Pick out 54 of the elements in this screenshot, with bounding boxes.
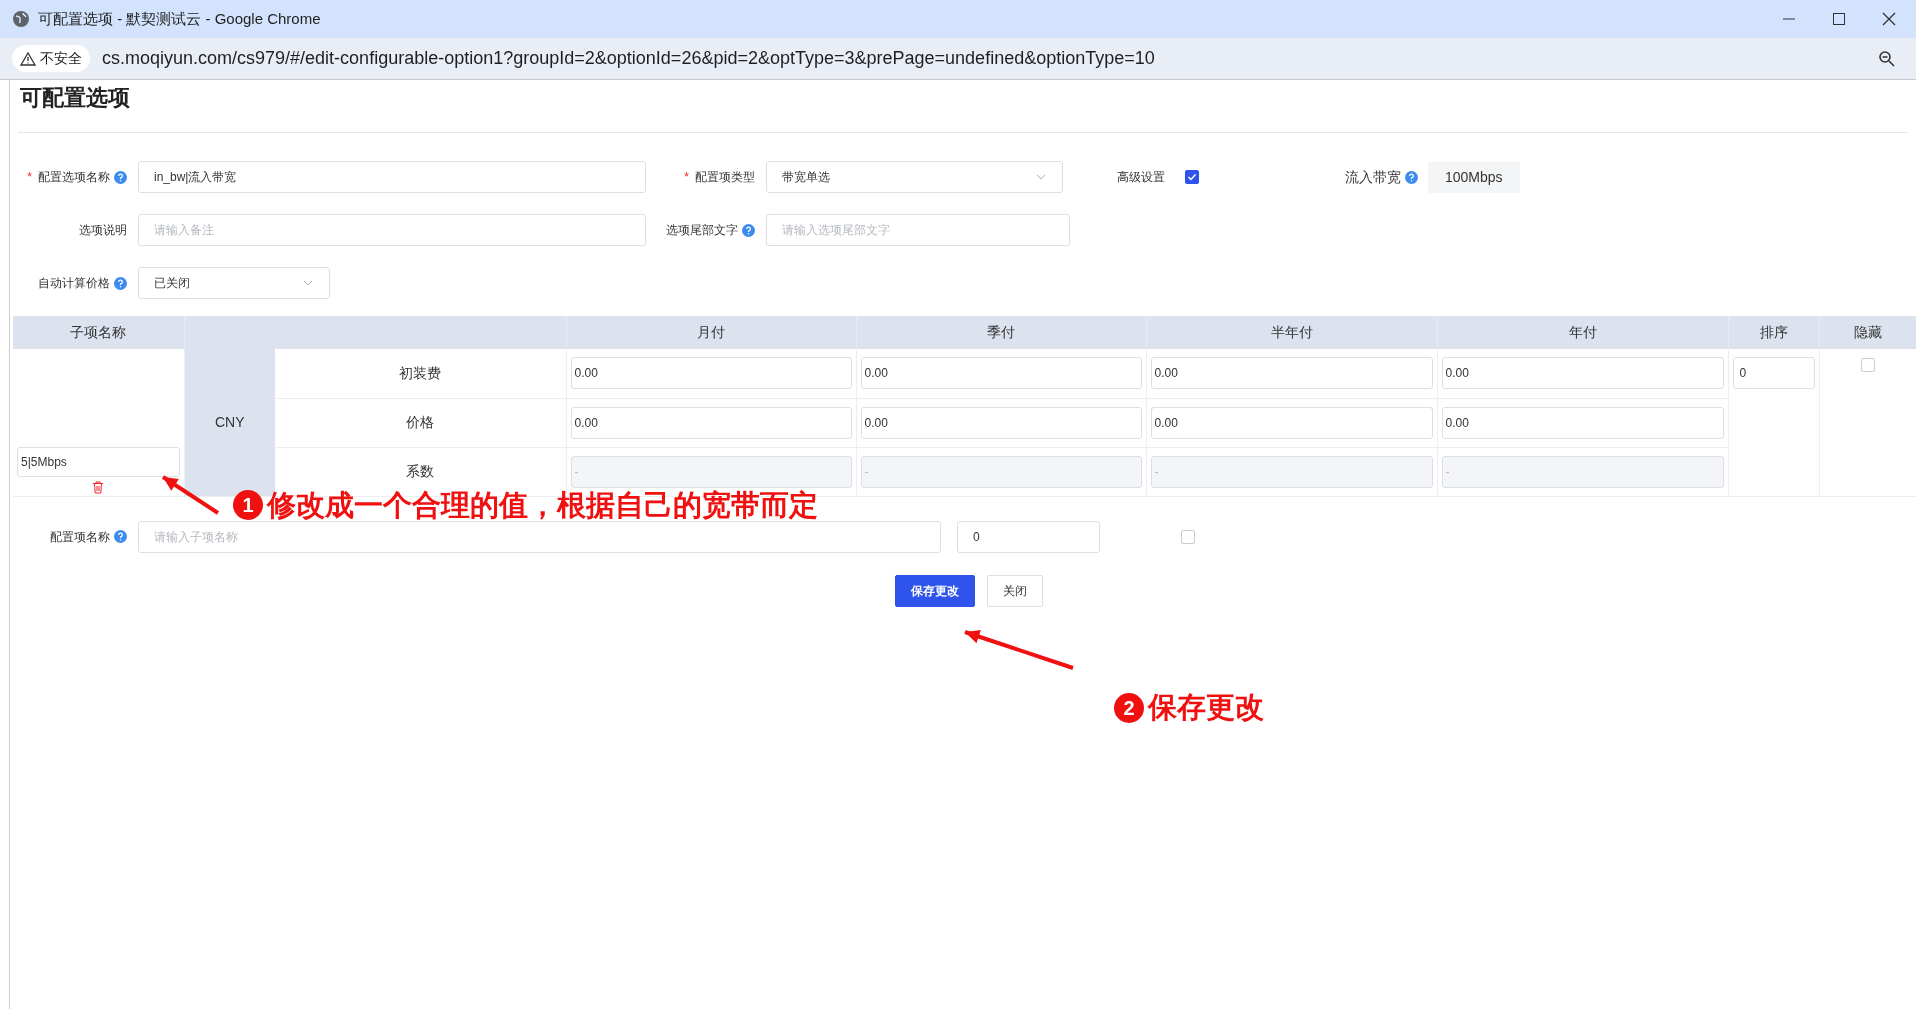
row-label: 价格 xyxy=(275,398,566,447)
checkmark-icon xyxy=(1187,172,1197,182)
step-number-badge: 1 xyxy=(233,490,263,520)
checkbox[interactable] xyxy=(1181,529,1195,544)
column-header: 子项名称 xyxy=(13,316,184,349)
column-header: 季付 xyxy=(856,316,1146,349)
input-field[interactable]: 0.00 xyxy=(1150,357,1433,390)
close-button[interactable]: 关闭 xyxy=(987,574,1043,607)
page-title: 可配置选项 xyxy=(20,84,130,112)
input-field[interactable]: 0.00 xyxy=(860,357,1142,390)
warning-icon xyxy=(20,51,36,66)
column-header: 排序 xyxy=(1728,316,1819,349)
annotation-arrow xyxy=(161,475,220,515)
input-field[interactable]: 0.00 xyxy=(570,357,852,390)
zoom-icon xyxy=(1878,49,1896,68)
field-label: 高级设置 xyxy=(1117,169,1165,186)
checkbox[interactable] xyxy=(1185,170,1199,184)
column-header: 年付 xyxy=(1437,316,1728,349)
field-label: 选项尾部文字 xyxy=(666,222,738,239)
input-field[interactable]: 0.00 xyxy=(1441,357,1724,390)
field-label: 自动计算价格 xyxy=(38,275,110,292)
security-indicator[interactable]: 不安全 xyxy=(12,45,90,72)
required-mark: * xyxy=(27,169,32,186)
bandwidth-value: 100Mbps xyxy=(1428,161,1520,193)
input-field[interactable]: 0 xyxy=(957,520,1100,553)
input-field[interactable]: in_bw|流入带宽 xyxy=(138,161,646,193)
input-field[interactable]: 0 xyxy=(1732,357,1815,389)
save-button[interactable]: 保存更改 xyxy=(895,574,975,607)
annotation-text: 保存更改 xyxy=(1148,690,1264,725)
address-bar-url[interactable]: cs.moqiyun.com/cs979/#/edit-configurable-option1?groupId=2&optionId=26&pid=2&optType=3&prePage=undefined&optionType=10 xyxy=(102,45,1155,72)
trash-icon xyxy=(92,480,105,494)
maximize-icon xyxy=(1832,12,1846,26)
field-label: 配置选项名称 xyxy=(38,169,110,186)
field-label: 配置项类型 xyxy=(695,169,755,186)
input-field[interactable]: 0.00 xyxy=(860,406,1142,439)
input-field[interactable]: 0.00 xyxy=(1441,406,1724,439)
select-field[interactable]: 已关闭 xyxy=(138,267,330,299)
input-field[interactable]: 0.00 xyxy=(1150,406,1433,439)
step-number-badge: 2 xyxy=(1114,692,1144,723)
column-header: 隐藏 xyxy=(1819,316,1916,349)
field-label: 配置项名称 xyxy=(50,528,110,546)
column-header: 半年付 xyxy=(1146,316,1437,349)
select-field[interactable]: 带宽单选 xyxy=(766,161,1063,193)
row-label: 初装费 xyxy=(275,349,566,398)
checkbox[interactable] xyxy=(1861,358,1875,372)
required-mark: * xyxy=(684,169,689,186)
input-field[interactable]: 5|5Mbps xyxy=(17,446,180,477)
close-icon xyxy=(1882,12,1896,26)
globe-icon xyxy=(12,10,30,28)
field-label: 流入带宽 xyxy=(1345,167,1401,187)
input-field[interactable]: 0.00 xyxy=(570,406,852,439)
window-title: 可配置选项 - 默契测试云 - Google Chrome xyxy=(38,8,321,29)
column-header: 月付 xyxy=(566,316,856,349)
field-label: 选项说明 xyxy=(79,222,127,239)
